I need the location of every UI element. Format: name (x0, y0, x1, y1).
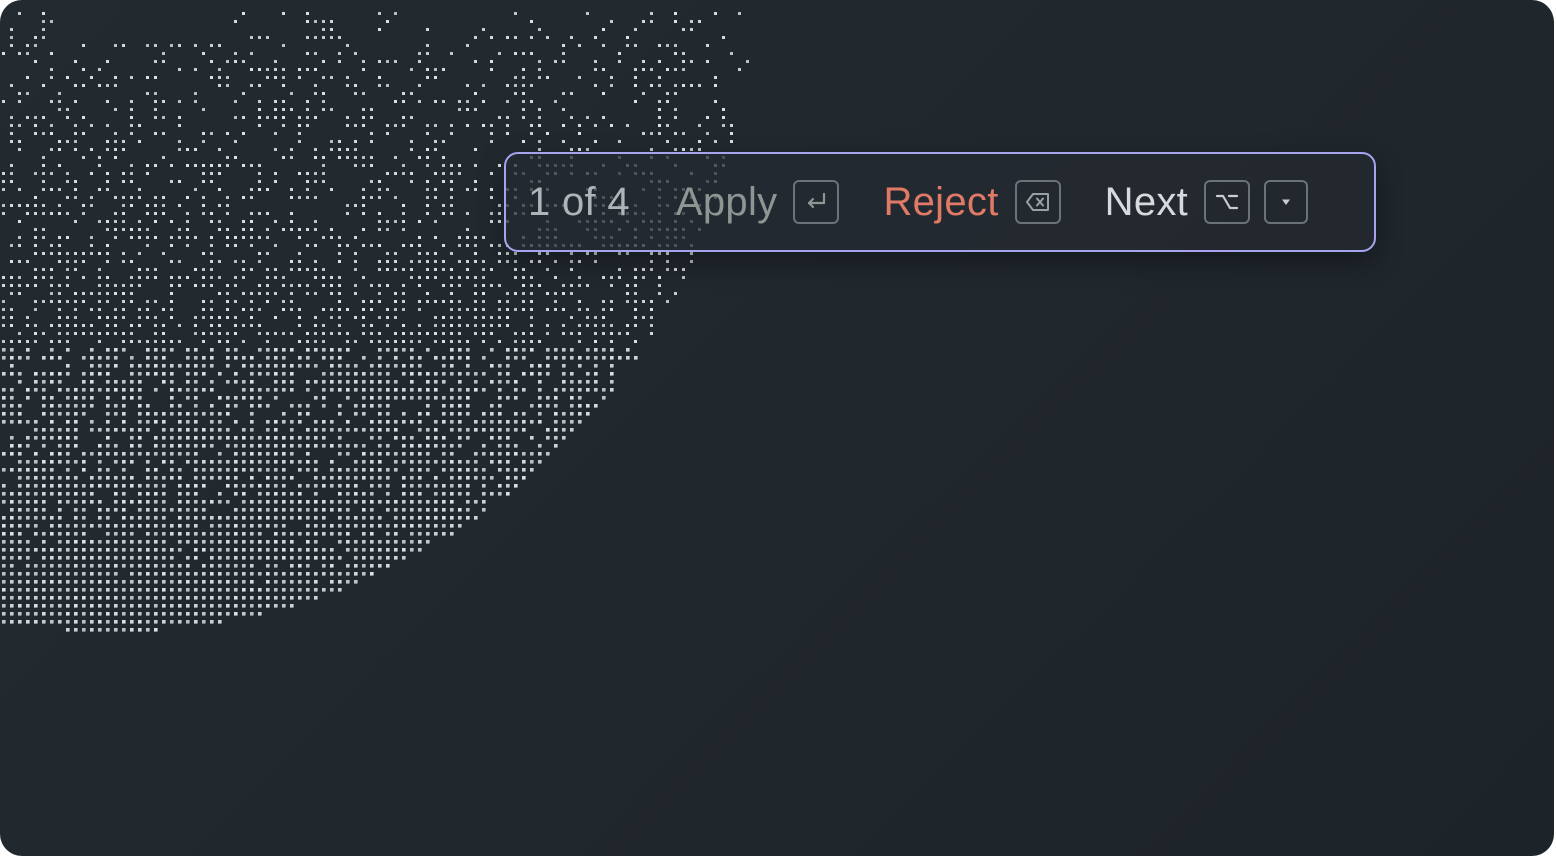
chevron-down-icon[interactable] (1264, 180, 1309, 224)
option-icon (1204, 180, 1251, 224)
reject-button[interactable]: Reject (883, 179, 1061, 225)
reject-label: Reject (883, 179, 999, 224)
suggestion-toolbar: 1 of 4 Apply Reject Next (504, 152, 1376, 252)
apply-label: Apply (675, 179, 778, 224)
canvas-frame: 1 of 4 Apply Reject Next (0, 0, 1554, 856)
suggestion-counter: 1 of 4 (528, 179, 630, 224)
backspace-icon (1014, 180, 1061, 224)
apply-button[interactable]: Apply (676, 180, 840, 225)
dot-halftone-decoration (2, 12, 749, 632)
next-label: Next (1104, 179, 1189, 224)
next-button[interactable]: Next (1104, 179, 1309, 225)
enter-icon (793, 180, 840, 224)
